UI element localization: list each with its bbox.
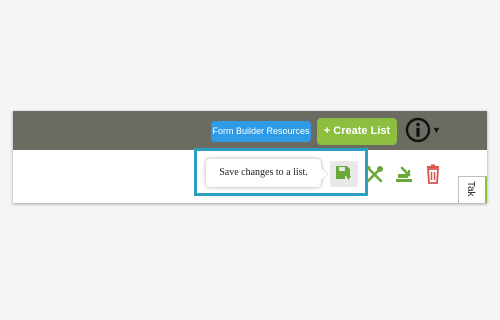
info-circle-icon: [405, 117, 431, 143]
tooltip: Save changes to a list.: [206, 159, 321, 187]
create-list-button[interactable]: + Create List: [317, 118, 397, 145]
form-builder-resources-button[interactable]: Form Builder Resources: [211, 121, 311, 142]
save-button[interactable]: [330, 161, 358, 187]
export-icon[interactable]: [394, 164, 414, 184]
side-tab[interactable]: Tak: [458, 176, 487, 203]
side-tab-label: Tak: [465, 181, 476, 197]
trash-icon[interactable]: [423, 164, 443, 184]
top-bar: Form Builder Resources + Create List ▼: [13, 111, 487, 150]
tooltip-arrow: [321, 168, 328, 180]
info-menu[interactable]: ▼: [405, 117, 447, 145]
app-window: Form Builder Resources + Create List ▼ S…: [13, 111, 487, 203]
wrench-icon[interactable]: [365, 164, 385, 184]
chevron-down-icon: ▼: [432, 125, 441, 135]
save-icon: [336, 166, 351, 180]
